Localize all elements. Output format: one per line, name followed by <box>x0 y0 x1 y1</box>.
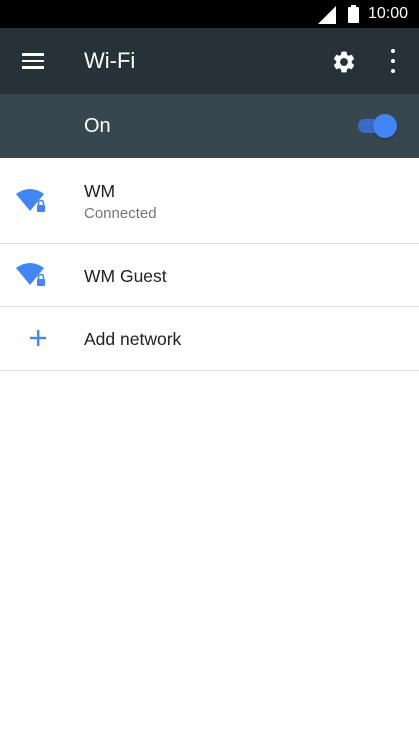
battery-full-icon <box>348 5 359 23</box>
network-name: WM Guest <box>84 266 167 286</box>
status-bar: 10:00 <box>0 0 419 28</box>
add-network-button[interactable] <box>0 307 419 370</box>
network-row-wm[interactable] <box>0 158 419 243</box>
network-status: Connected <box>84 205 157 222</box>
status-time: 10:00 <box>368 5 409 22</box>
wifi-locked-icon <box>16 263 45 286</box>
wifi-locked-icon <box>16 189 45 212</box>
toggle-thumb <box>373 114 397 138</box>
wifi-settings-screen: 10:00 Wi-Fi On WM Connected WM Guest Add… <box>0 0 419 746</box>
gear-icon[interactable] <box>331 49 357 75</box>
network-row-wm-guest[interactable] <box>0 244 419 306</box>
more-vert-icon[interactable] <box>383 47 403 75</box>
hamburger-menu-icon[interactable] <box>22 51 44 71</box>
page-title: Wi-Fi <box>84 48 136 73</box>
plus-icon <box>30 330 46 346</box>
divider <box>0 370 419 371</box>
cell-signal-icon <box>318 6 336 24</box>
wifi-switch-label: On <box>84 115 111 137</box>
add-network-label: Add network <box>84 329 182 349</box>
network-name: WM <box>84 181 116 201</box>
wifi-toggle[interactable] <box>356 112 398 140</box>
